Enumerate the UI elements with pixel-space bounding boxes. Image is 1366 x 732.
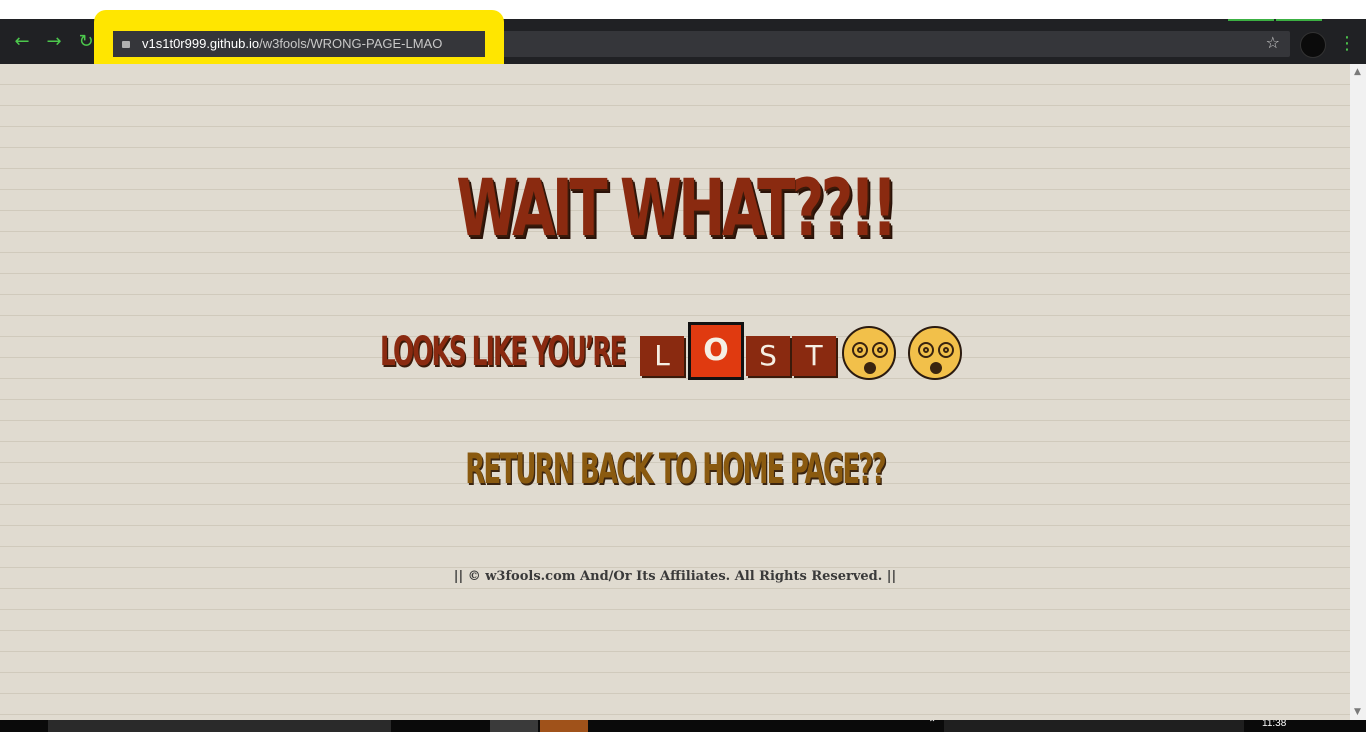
- taskbar-clock: 11:38: [1262, 720, 1287, 729]
- lost-message: LOOKS LIKE YOU’RE: [380, 322, 638, 382]
- page-title: WAIT WHAT??!!: [456, 164, 897, 254]
- footer-copyright: || © w3fools.com And/Or Its Affiliates. …: [453, 569, 897, 584]
- dizzy-face-icon: [908, 326, 962, 380]
- reload-icon: ↻: [78, 31, 94, 52]
- url-path: /w3fools/WRONG-PAGE-LMAO: [259, 36, 443, 51]
- star-icon[interactable]: ☆: [1266, 33, 1280, 52]
- url-field[interactable]: v1s1t0r999.github.io/w3fools/WRONG-PAGE-…: [113, 31, 485, 57]
- dizzy-face-icon: [842, 326, 896, 380]
- page-content: WAIT WHAT??!! LOOKS LIKE YOU’RE L O S T …: [0, 64, 1350, 720]
- back-button[interactable]: ←: [10, 30, 34, 54]
- letter-tile-active: O: [688, 322, 744, 380]
- arrow-left-icon: ←: [14, 31, 30, 52]
- tab-indicator: [1228, 19, 1274, 21]
- return-home-link[interactable]: RETURN BACK TO HOME PAGE??: [257, 444, 1094, 493]
- forward-button[interactable]: →: [42, 30, 66, 54]
- profile-avatar[interactable]: [1300, 32, 1326, 58]
- lock-icon: [122, 41, 130, 48]
- taskbar-app[interactable]: [490, 720, 538, 732]
- scroll-up-icon[interactable]: ▲: [1354, 67, 1361, 77]
- vertical-scrollbar[interactable]: ▲ ▼: [1350, 64, 1366, 720]
- letter-tile: T: [792, 336, 836, 376]
- lost-message-lead: LOOKS LIKE YOU’RE: [380, 329, 627, 375]
- arrow-right-icon: →: [46, 31, 62, 52]
- taskbar: ⌃ 11:38: [0, 720, 1366, 732]
- tab-indicator: [1276, 19, 1322, 21]
- taskbar-tray: [944, 720, 1244, 732]
- url-text: v1s1t0r999.github.io/w3fools/WRONG-PAGE-…: [142, 35, 442, 53]
- url-host: v1s1t0r999.github.io: [142, 36, 260, 51]
- letter-tile: S: [746, 336, 790, 376]
- kebab-menu-icon[interactable]: ⋮: [1338, 31, 1356, 57]
- letter-tile: L: [640, 336, 684, 376]
- taskbar-app[interactable]: [540, 720, 588, 732]
- taskbar-search[interactable]: [48, 720, 391, 732]
- scroll-down-icon[interactable]: ▼: [1354, 707, 1361, 717]
- chevron-up-icon[interactable]: ⌃: [928, 720, 936, 729]
